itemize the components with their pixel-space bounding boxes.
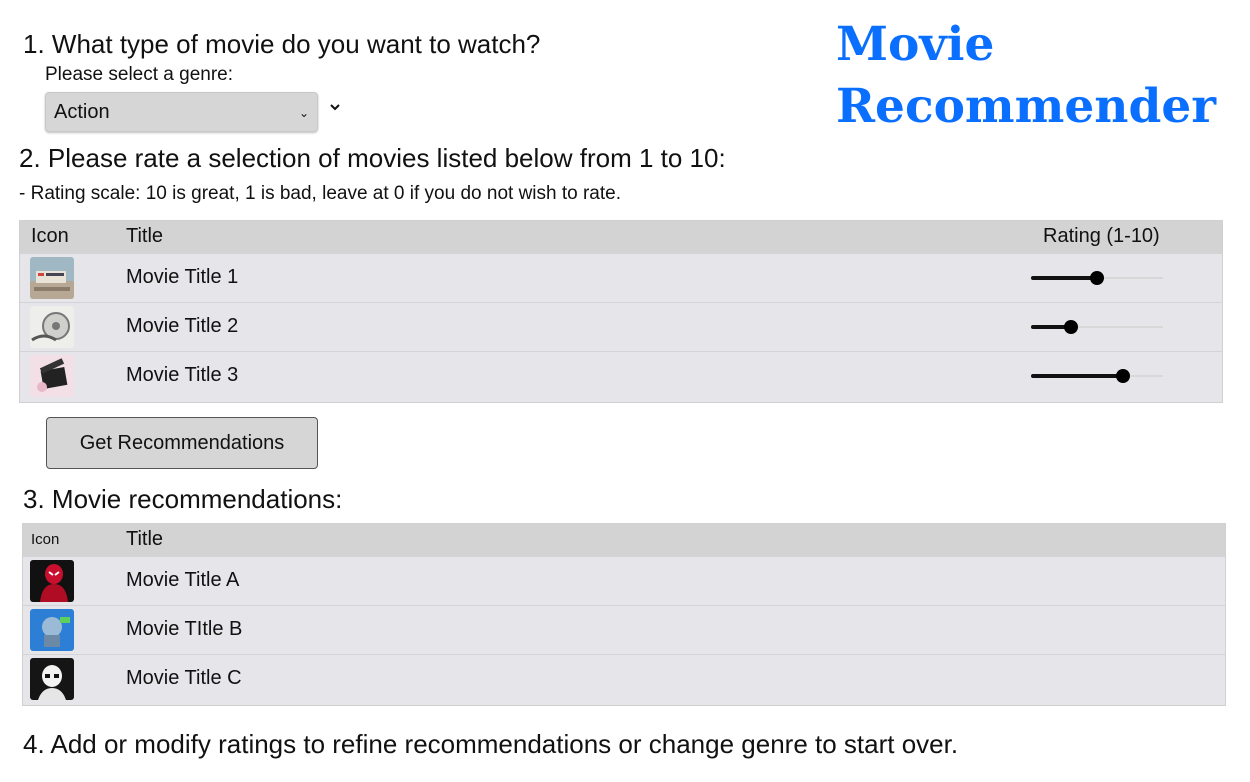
- table-row: Movie Title A: [23, 556, 1225, 605]
- genre-select[interactable]: Action ⌄: [45, 92, 318, 132]
- recommendations-table: Icon Title Movie Title A Movie TItle B M…: [22, 523, 1226, 706]
- table-row: Movie Title C: [23, 654, 1225, 703]
- col-rating-header: Rating (1-10): [1043, 225, 1160, 248]
- col-icon-header: Icon: [31, 531, 60, 549]
- table-row: Movie TItle B: [23, 605, 1225, 654]
- genre-prompt: Please select a genre:: [45, 64, 234, 85]
- slider-knob[interactable]: [1116, 368, 1131, 383]
- movie-title: Movie Title 1: [126, 266, 239, 288]
- chevron-down-icon[interactable]: [328, 95, 344, 119]
- street-scene-icon: [30, 256, 74, 299]
- rating-slider[interactable]: [1031, 317, 1163, 337]
- slider-knob[interactable]: [1090, 270, 1104, 285]
- movie-title: Movie Title C: [126, 667, 242, 690]
- app-title: Movie Recommender: [836, 14, 1236, 138]
- table-row: Movie Title 1: [20, 253, 1222, 302]
- chevron-down-icon: ⌄: [298, 106, 309, 120]
- movie-title: Movie TItle B: [126, 618, 243, 640]
- rating-scale-note: - Rating scale: 10 is great, 1 is bad, l…: [19, 183, 621, 204]
- col-title-header: Title: [126, 225, 164, 248]
- movie-title: Movie Title A: [126, 569, 240, 591]
- col-icon-header: Icon: [31, 225, 69, 248]
- spiderman-icon: [30, 559, 74, 602]
- step2-heading: 2. Please rate a selection of movies lis…: [19, 143, 726, 173]
- rating-table-header: Icon Title Rating (1-10): [20, 221, 1222, 253]
- genre-select-value: Action: [54, 101, 110, 123]
- app-title-line1: Movie: [836, 17, 995, 72]
- stormtrooper-icon: [30, 657, 74, 700]
- clapperboard-icon: [30, 354, 74, 397]
- rating-table: Icon Title Rating (1-10) Movie Title 1 M…: [19, 220, 1223, 403]
- get-recommendations-button[interactable]: Get Recommendations: [46, 417, 318, 469]
- rating-slider[interactable]: [1031, 366, 1163, 386]
- table-row: Movie Title 2: [20, 302, 1222, 351]
- step3-heading: 3. Movie recommendations:: [23, 484, 343, 514]
- film-reel-icon: [30, 305, 74, 348]
- step4-heading: 4. Add or modify ratings to refine recom…: [23, 729, 959, 759]
- slider-knob[interactable]: [1063, 319, 1078, 334]
- app-title-line2: Recommender: [836, 79, 1216, 134]
- rating-slider[interactable]: [1031, 268, 1163, 288]
- robot-icon: [30, 608, 74, 651]
- movie-title: Movie Title 3: [126, 364, 239, 387]
- table-row: Movie Title 3: [20, 351, 1222, 400]
- movie-title: Movie Title 2: [126, 315, 239, 337]
- recommendations-table-header: Icon Title: [23, 524, 1225, 556]
- col-title-header: Title: [126, 528, 164, 551]
- step1-heading: 1. What type of movie do you want to wat…: [23, 29, 541, 59]
